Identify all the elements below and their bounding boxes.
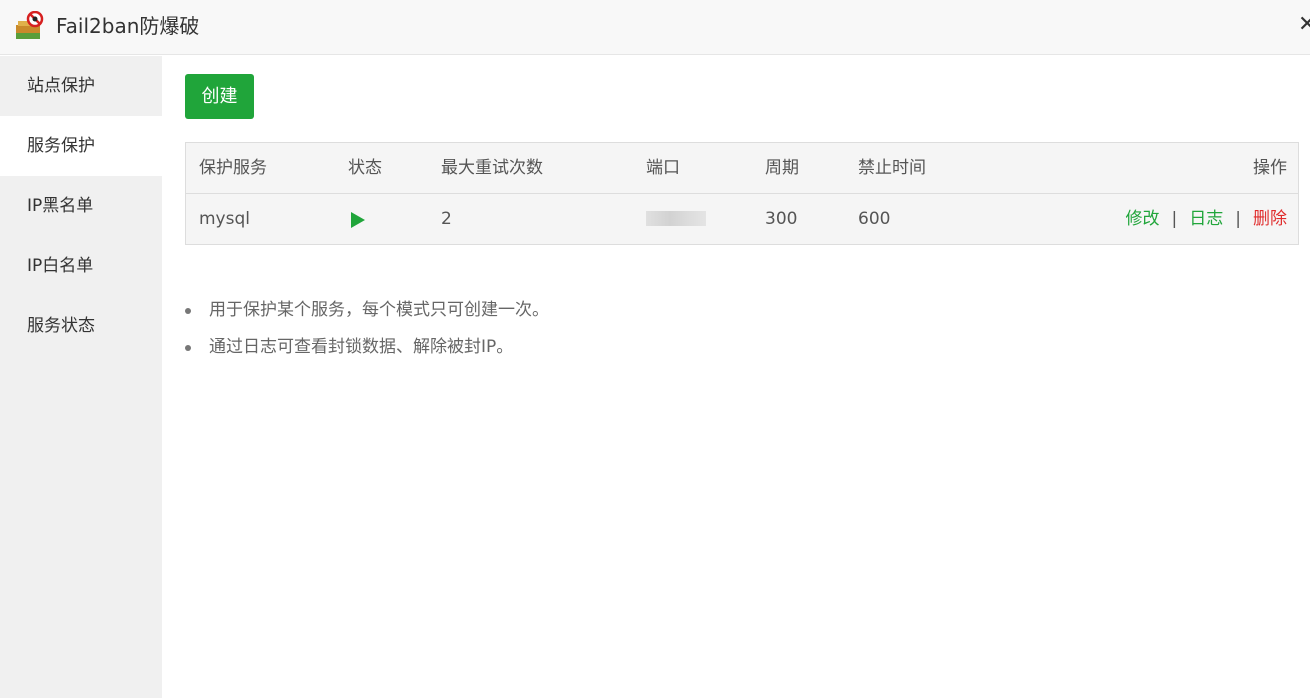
sidebar-item-service-status[interactable]: 服务状态 [0,296,162,356]
tip-text: 用于保护某个服务，每个模式只可创建一次。 [209,300,549,320]
log-link[interactable]: 日志 [1189,209,1223,229]
delete-link[interactable]: 删除 [1253,209,1287,229]
main-content: 创建 保护服务 状态 最大重试次数 端口 周期 禁止时间 操作 mysql 2 … [162,56,1310,698]
sidebar-item-ip-whitelist[interactable]: IP白名单 [0,236,162,296]
play-icon[interactable] [351,212,365,228]
table-row: mysql 2 300 600 修改 | 日志 | 删除 [186,194,1298,244]
bullet-icon [185,345,191,351]
edit-link[interactable]: 修改 [1126,209,1160,229]
table-header-row: 保护服务 状态 最大重试次数 端口 周期 禁止时间 操作 [186,143,1298,194]
cell-service: mysql [199,209,250,229]
window-title: Fail2ban防爆破 [56,14,200,38]
row-actions: 修改 | 日志 | 删除 [1126,194,1287,244]
header-ban-time: 禁止时间 [858,158,926,178]
cell-max-retry: 2 [441,209,452,229]
service-table: 保护服务 状态 最大重试次数 端口 周期 禁止时间 操作 mysql 2 300… [185,142,1299,245]
bullet-icon [185,308,191,314]
create-button[interactable]: 创建 [185,74,254,119]
tip-item: 通过日志可查看封锁数据、解除被封IP。 [185,329,549,366]
tips-list: 用于保护某个服务，每个模式只可创建一次。 通过日志可查看封锁数据、解除被封IP。 [185,292,549,366]
tip-text: 通过日志可查看封锁数据、解除被封IP。 [209,337,514,357]
sidebar: 站点保护 服务保护 IP黑名单 IP白名单 服务状态 [0,56,162,698]
header-max-retry: 最大重试次数 [441,158,543,178]
header-port: 端口 [646,158,680,178]
cell-ban-time: 600 [858,209,891,229]
sidebar-item-site-protection[interactable]: 站点保护 [0,56,162,116]
close-icon[interactable]: ✕ [1298,12,1310,38]
action-separator: | [1235,209,1241,229]
cell-cycle: 300 [765,209,798,229]
header-service: 保护服务 [199,158,267,178]
header-actions: 操作 [1253,158,1287,178]
title-bar: Fail2ban防爆破 ✕ [0,0,1310,55]
tip-item: 用于保护某个服务，每个模式只可创建一次。 [185,292,549,329]
action-separator: | [1171,209,1178,229]
sidebar-item-ip-blacklist[interactable]: IP黑名单 [0,176,162,236]
app-logo-icon [16,11,44,39]
port-redacted [646,211,706,226]
header-cycle: 周期 [765,158,799,178]
sidebar-item-service-protection[interactable]: 服务保护 [0,116,162,176]
header-status: 状态 [348,158,382,178]
